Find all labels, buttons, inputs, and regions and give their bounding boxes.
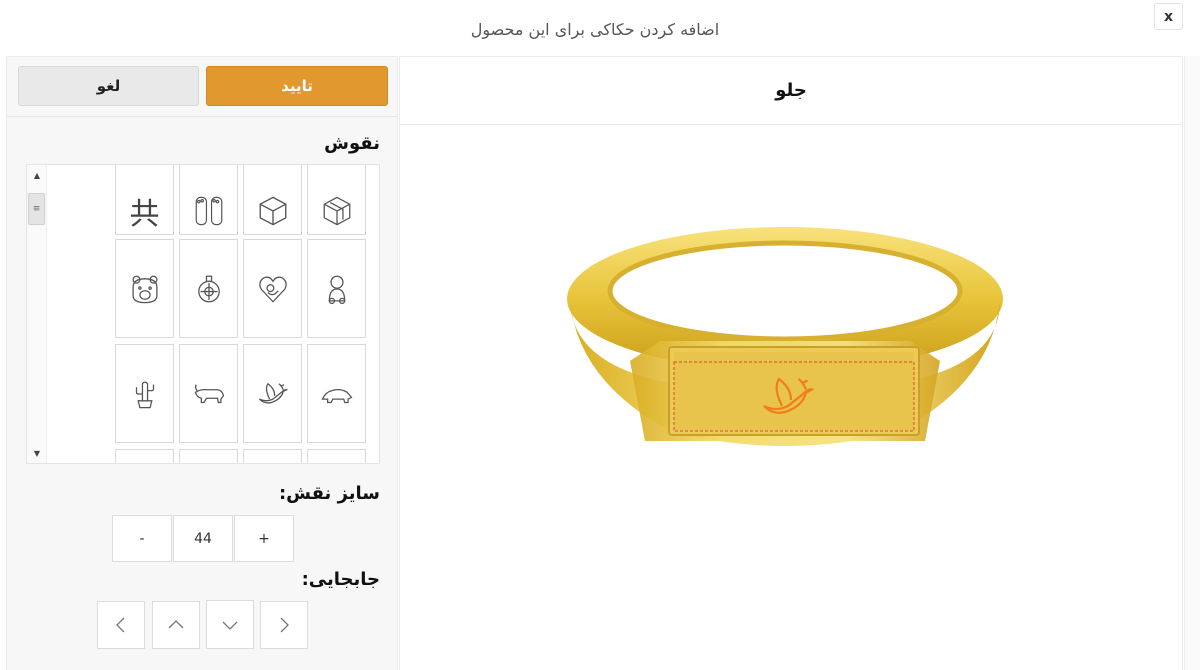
pattern-tile[interactable] — [307, 239, 366, 338]
pattern-tile[interactable] — [115, 449, 174, 463]
ring-preview — [400, 126, 1182, 670]
move-left-button[interactable] — [97, 601, 145, 649]
pattern-tile[interactable] — [243, 239, 302, 338]
baby-icon — [328, 275, 345, 304]
pattern-tile[interactable] — [307, 344, 366, 443]
pattern-tile[interactable] — [307, 165, 366, 235]
scroll-down-arrow-icon[interactable]: ▼ — [27, 445, 47, 461]
chinese-character-icon: 共 — [129, 196, 160, 232]
pattern-tile[interactable] — [179, 165, 238, 235]
increase-size-button[interactable]: + — [234, 515, 294, 562]
cube-icon — [259, 196, 286, 225]
pattern-tile[interactable] — [179, 344, 238, 443]
pattern-tile[interactable]: 共 — [115, 165, 174, 235]
heart-baby-icon — [258, 276, 287, 303]
pattern-gallery[interactable]: ▲ ≡ ▼ 共 — [26, 164, 380, 464]
footprints-icon — [195, 196, 222, 225]
move-up-button[interactable] — [152, 601, 200, 649]
dialog-header: اضافه کردن حکاکی برای این محصول x — [0, 0, 1200, 56]
pattern-tile[interactable] — [179, 239, 238, 338]
pattern-tile[interactable] — [243, 165, 302, 235]
pattern-tile[interactable] — [115, 239, 174, 338]
pattern-tile[interactable] — [243, 344, 302, 443]
pattern-tile[interactable] — [115, 344, 174, 443]
chevron-right-icon — [280, 617, 289, 633]
dove-icon — [258, 382, 288, 404]
pattern-tile[interactable] — [243, 449, 302, 463]
chevron-down-icon — [222, 621, 238, 630]
chevron-left-icon — [116, 617, 125, 633]
chevron-up-icon — [168, 620, 184, 629]
dialog-title: اضافه کردن حکاکی برای این محصول — [470, 20, 720, 39]
ring-image — [567, 227, 1003, 446]
bull-icon — [194, 383, 224, 403]
patterns-title: نقوش — [324, 133, 380, 154]
decrease-size-button[interactable]: - — [112, 515, 172, 562]
engraving-options-panel: لغو تایید نقوش ▲ ≡ ▼ 共 سایز نقش: + 44 - … — [6, 56, 398, 670]
move-title: جابجایی: — [301, 569, 380, 590]
cactus-icon — [135, 380, 154, 408]
scroll-up-arrow-icon[interactable]: ▲ — [27, 167, 47, 183]
bear-walking-icon — [321, 388, 352, 403]
scroll-thumb[interactable]: ≡ — [28, 193, 45, 225]
bear-icon — [131, 275, 158, 303]
tab-front-view[interactable]: جلو — [400, 57, 1182, 125]
pattern-size-title: سایز نقش: — [278, 483, 380, 504]
page-scrollbar[interactable] — [1184, 56, 1200, 670]
move-right-button[interactable] — [260, 601, 308, 649]
pattern-tile[interactable] — [179, 449, 238, 463]
close-button[interactable]: x — [1154, 3, 1183, 30]
divider — [7, 116, 397, 117]
pattern-gallery-scrollbar[interactable]: ▲ ≡ ▼ — [27, 165, 47, 463]
size-value-field[interactable]: 44 — [173, 515, 233, 562]
move-down-button[interactable] — [206, 600, 254, 649]
pattern-tile[interactable] — [307, 449, 366, 463]
preview-panel: جلو — [399, 56, 1183, 670]
3d-box-icon — [323, 196, 350, 225]
ornament-icon — [197, 275, 220, 302]
confirm-button[interactable]: تایید — [206, 66, 388, 106]
cancel-button[interactable]: لغو — [18, 66, 199, 106]
